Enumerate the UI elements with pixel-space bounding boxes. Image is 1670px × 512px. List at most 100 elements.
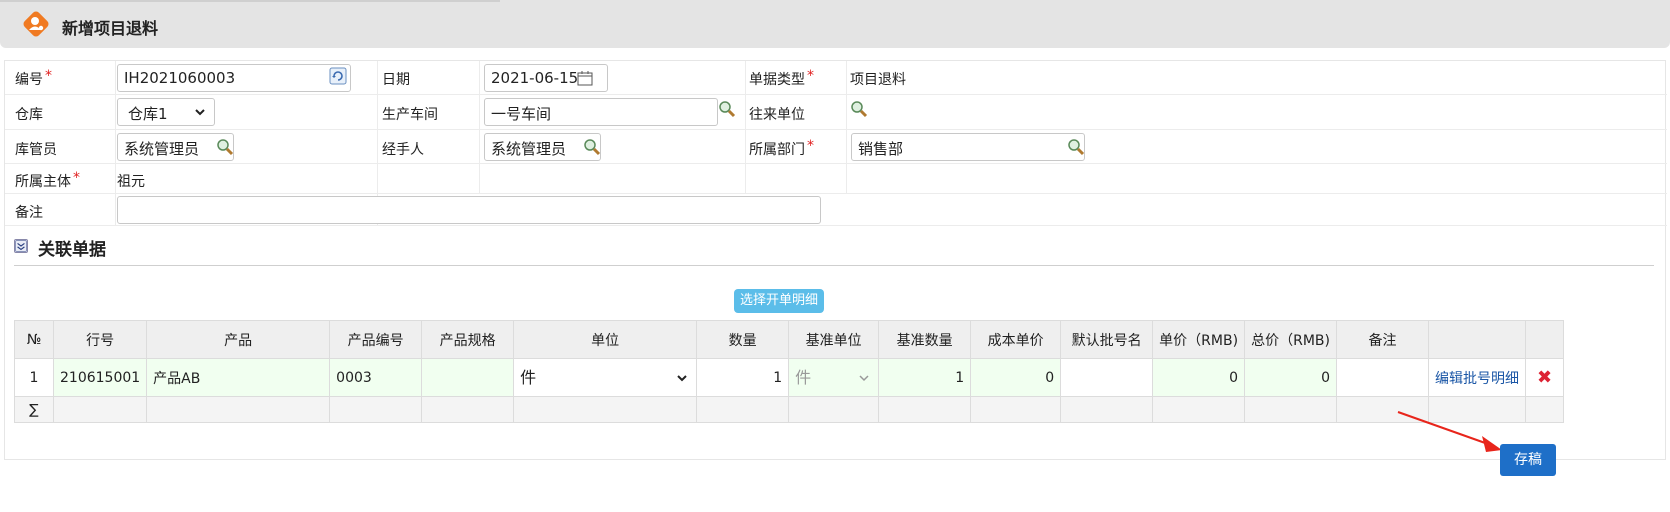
warehouse-label: 仓库 (15, 107, 43, 123)
cell-line[interactable]: 210615001 (52, 358, 148, 397)
warehouse-select[interactable]: 仓库1 (117, 98, 215, 126)
table-row: 1 210615001 产品AB 0003 件 1 件 1 0 0 0 编辑批号… (14, 358, 1565, 397)
workshop-input[interactable]: 一号车间 (484, 98, 718, 126)
cell-cost: 0 (970, 358, 1062, 397)
doc-type-value: 项目退料 (850, 72, 906, 88)
sum-cell (421, 396, 515, 423)
sum-cell (1060, 396, 1154, 423)
unit-value: 件 (520, 367, 537, 387)
date-label: 日期 (382, 72, 410, 88)
col-batch: 默认批号名 (1060, 320, 1154, 359)
chevron-down-icon (859, 374, 869, 381)
entity-value: 祖元 (117, 174, 145, 190)
col-product: 产品 (146, 320, 331, 359)
cell-product-spec[interactable] (421, 358, 515, 397)
search-icon[interactable] (850, 100, 868, 118)
col-total: 总价（RMB) (1244, 320, 1338, 359)
form-row-3: 库管员 系统管理员 经手人 系统管理员 所属部门 * 销售部 (5, 130, 1667, 164)
cell-batch[interactable] (1060, 358, 1154, 397)
col-product-code: 产品编号 (329, 320, 423, 359)
handler-label: 经手人 (382, 142, 424, 158)
required-mark: * (807, 68, 814, 84)
number-input[interactable]: IH2021060003 (117, 64, 351, 92)
number-label: 编号 * (15, 68, 52, 88)
doc-type-label: 单据类型 * (749, 68, 814, 88)
remark-label: 备注 (15, 205, 43, 221)
form-row-1: 编号 * IH2021060003 日期 2021-06-15 单据类型 * 项目退… (5, 61, 1667, 95)
title-bar-top-line (0, 0, 500, 2)
calendar-icon[interactable] (577, 70, 593, 86)
sum-row: ∑ (14, 396, 1565, 423)
sum-cell (696, 396, 790, 423)
col-unit: 单位 (513, 320, 698, 359)
required-mark: * (45, 68, 52, 84)
col-no: № (14, 320, 54, 359)
related-docs-section: 关联单据 (14, 232, 1654, 266)
cell-qty[interactable]: 1 (696, 358, 790, 397)
cell-product[interactable]: 产品AB (146, 358, 331, 397)
cell-total: 0 (1244, 358, 1338, 397)
col-delete (1525, 320, 1565, 359)
sum-cell (970, 396, 1062, 423)
cell-base-unit: 件 (788, 358, 880, 397)
workshop-label: 生产车间 (382, 107, 438, 123)
select-details-button[interactable]: 选择开单明细 (734, 289, 825, 313)
keeper-label: 库管员 (15, 142, 57, 158)
sum-cell (1244, 396, 1338, 423)
chevron-down-icon (677, 374, 687, 381)
delete-icon[interactable]: ✖ (1537, 367, 1552, 388)
search-icon[interactable] (583, 138, 601, 156)
col-line: 行号 (52, 320, 148, 359)
sum-cell (52, 396, 148, 423)
col-base-unit: 基准单位 (788, 320, 880, 359)
save-draft-button[interactable]: 存稿 (1500, 444, 1556, 476)
edit-batch-link-text[interactable]: 编辑批号明细 (1435, 371, 1519, 387)
col-qty: 数量 (696, 320, 790, 359)
cell-no: 1 (14, 358, 54, 397)
collapse-icon[interactable] (14, 239, 28, 253)
col-base-qty: 基准数量 (878, 320, 972, 359)
sum-symbol: ∑ (14, 396, 54, 423)
sum-cell (1152, 396, 1246, 423)
detail-table: № 行号 产品 产品编号 产品规格 单位 数量 基准单位 基准数量 成本单价 默… (14, 320, 1565, 423)
sum-cell (329, 396, 423, 423)
sum-cell (878, 396, 972, 423)
chevron-down-icon (195, 109, 205, 116)
table-header-row: № 行号 产品 产品编号 产品规格 单位 数量 基准单位 基准数量 成本单价 默… (14, 320, 1565, 359)
col-cost: 成本单价 (970, 320, 1062, 359)
col-edit (1428, 320, 1527, 359)
cell-price: 0 (1152, 358, 1246, 397)
sum-cell (146, 396, 331, 423)
search-icon[interactable] (1067, 138, 1085, 156)
page-title: 新增项目退料 (62, 19, 159, 38)
col-remark: 备注 (1336, 320, 1430, 359)
dept-input[interactable]: 销售部 (851, 133, 1085, 161)
sum-cell (1525, 396, 1565, 423)
dept-label: 所属部门 * (749, 138, 814, 158)
sum-cell (513, 396, 698, 423)
cell-product-code[interactable]: 0003 (329, 358, 423, 397)
search-icon[interactable] (718, 100, 736, 118)
title-bar: 新增项目退料 (0, 0, 1670, 48)
partner-label: 往来单位 (749, 107, 805, 123)
delete-row-cell[interactable]: ✖ (1525, 358, 1565, 397)
section-title: 关联单据 (38, 240, 106, 260)
form-row-2: 仓库 仓库1 生产车间 一号车间 往来单位 (5, 95, 1667, 130)
search-icon[interactable] (216, 138, 234, 156)
annotation-arrow-icon (1397, 411, 1502, 452)
remark-input[interactable] (117, 196, 821, 224)
refresh-icon[interactable] (329, 67, 347, 85)
cell-remark[interactable] (1336, 358, 1430, 397)
required-mark: * (807, 138, 814, 154)
module-logo-icon (23, 11, 49, 37)
col-product-spec: 产品规格 (421, 320, 515, 359)
entity-label: 所属主体 * (15, 170, 80, 190)
sum-cell (788, 396, 880, 423)
cell-unit-select[interactable]: 件 (513, 358, 698, 397)
required-mark: * (73, 170, 80, 186)
base-unit-value: 件 (795, 367, 812, 387)
form-row-5: 备注 (5, 194, 1667, 226)
edit-batch-link[interactable]: 编辑批号明细 (1428, 358, 1527, 397)
cell-base-qty: 1 (878, 358, 972, 397)
col-price: 单价（RMB) (1152, 320, 1246, 359)
